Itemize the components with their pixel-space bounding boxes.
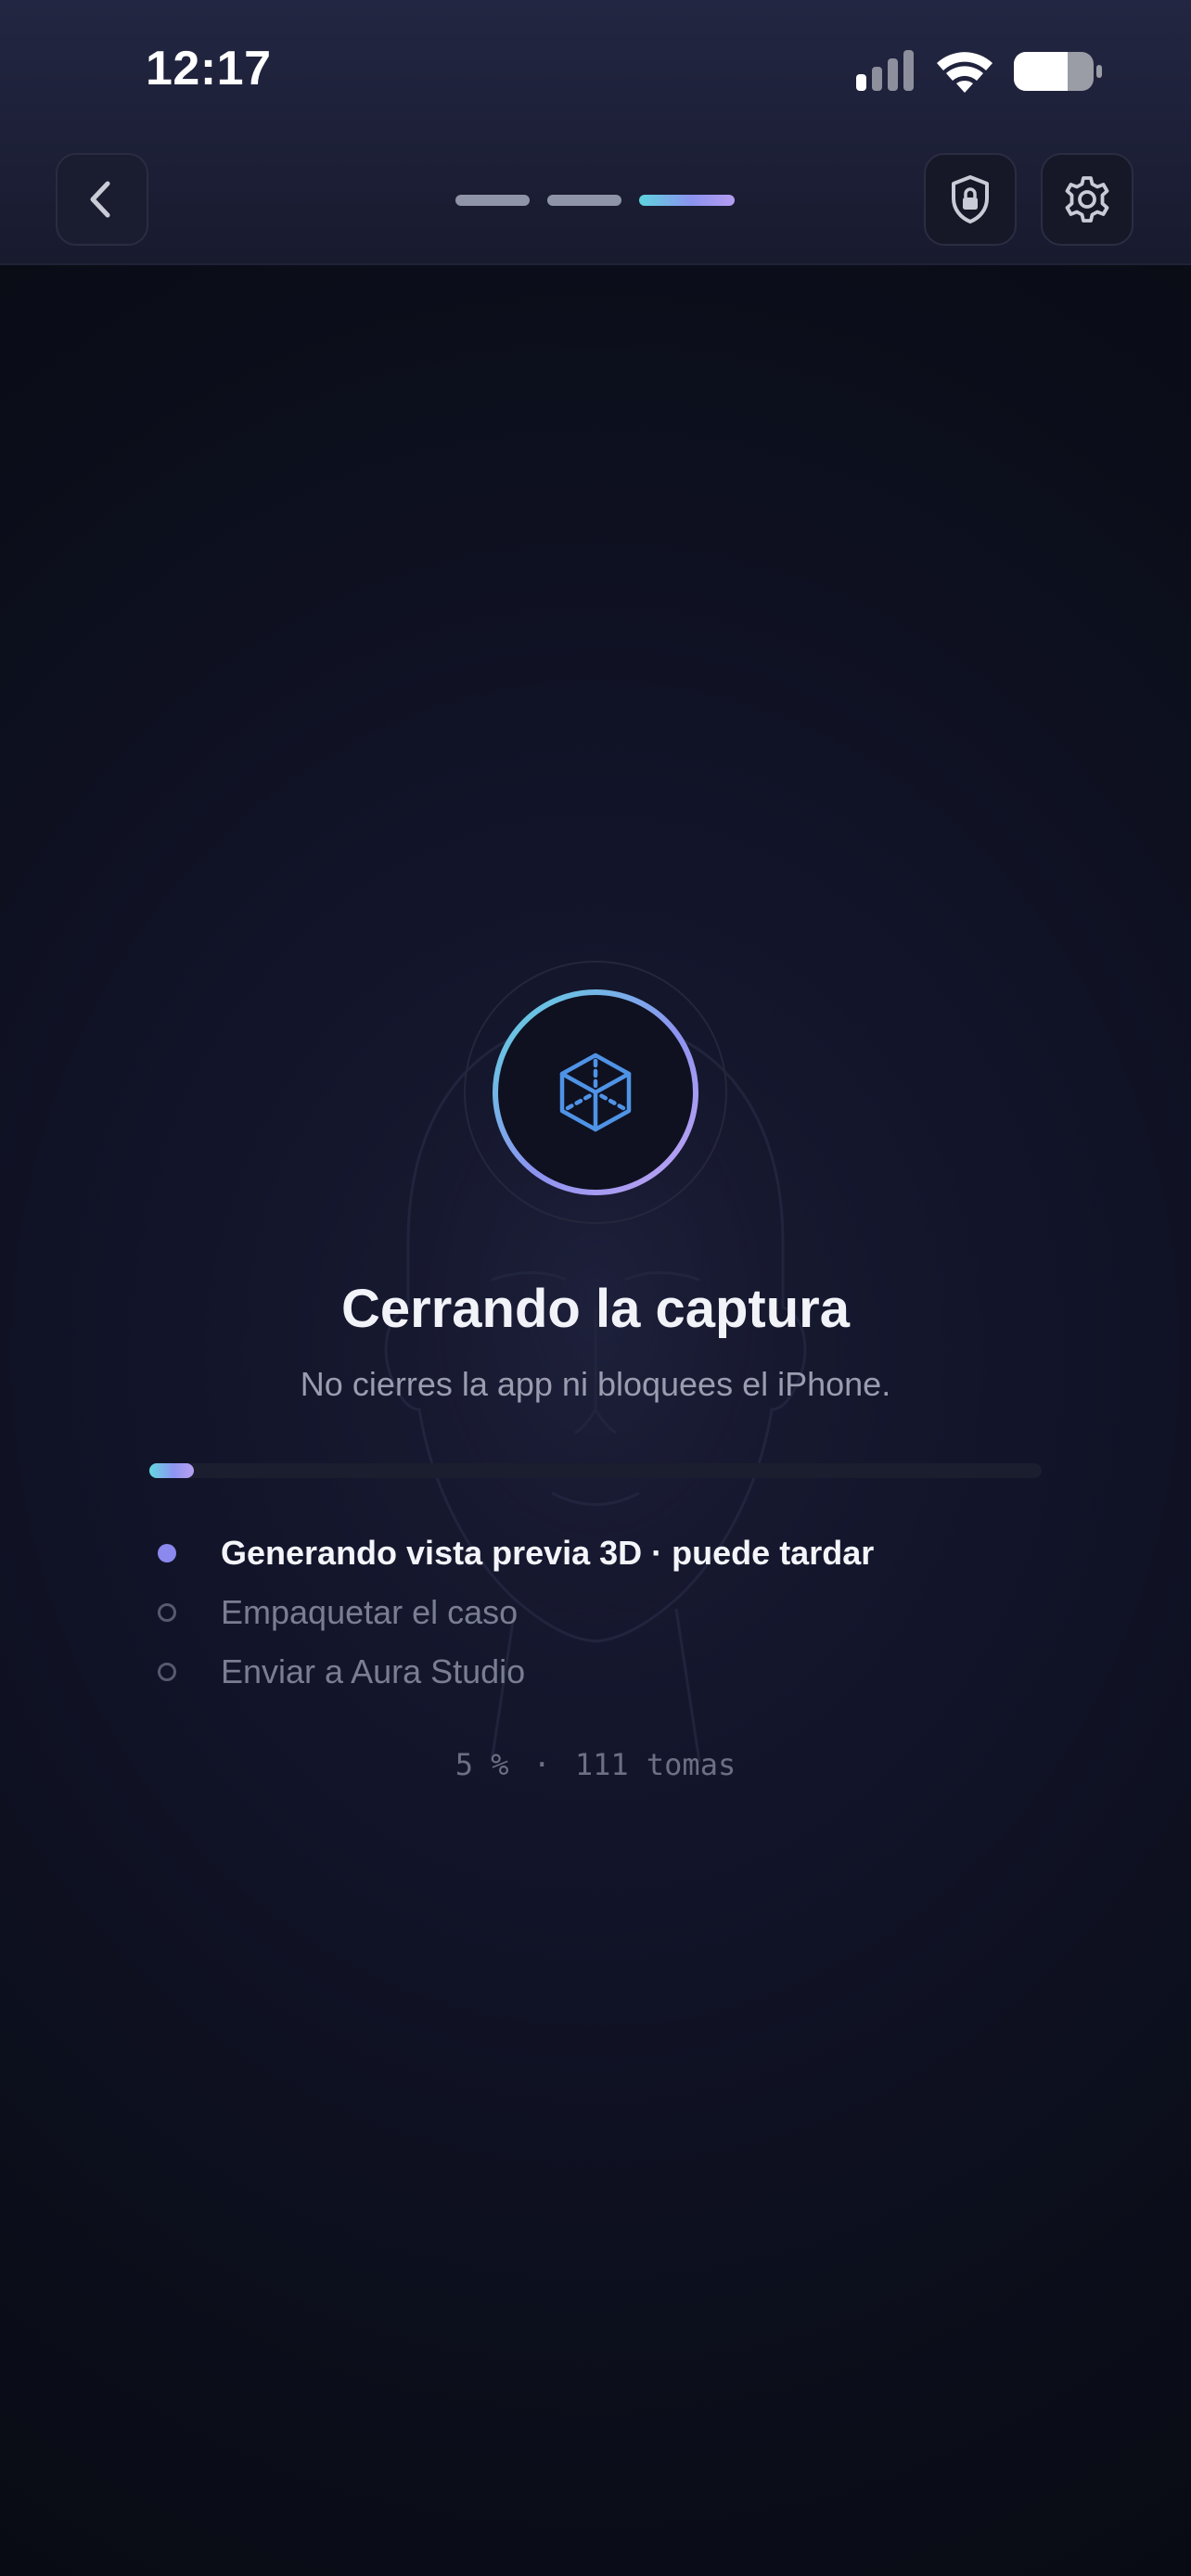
gear-icon — [1065, 176, 1109, 223]
step-indicator-2 — [547, 195, 621, 206]
battery-icon — [1014, 52, 1102, 91]
back-button[interactable] — [56, 153, 148, 246]
task-item-send: Enviar a Aura Studio — [158, 1649, 525, 1695]
step-indicator-1 — [455, 195, 530, 206]
settings-button[interactable] — [1041, 153, 1133, 246]
cellular-signal-icon — [856, 50, 914, 91]
task-label: Enviar a Aura Studio — [221, 1652, 526, 1690]
progress-bar — [149, 1463, 1042, 1478]
task-item-package: Empaquetar el caso — [158, 1589, 518, 1636]
task-pending-dot-icon — [158, 1663, 176, 1681]
page-title: Cerrando la captura — [341, 1279, 850, 1339]
progress-bar-fill — [149, 1463, 195, 1478]
shot-count: 111 tomas — [574, 1747, 736, 1782]
progress-ring — [493, 989, 698, 1195]
top-bar: 12:17 — [0, 0, 1191, 265]
wifi-icon — [937, 52, 992, 93]
capture-meta: 5 % · 111 tomas — [0, 1747, 1191, 1782]
task-active-dot-icon — [158, 1544, 176, 1562]
task-pending-dot-icon — [158, 1603, 176, 1622]
step-indicator-3-active — [639, 195, 735, 206]
security-button[interactable] — [924, 153, 1017, 246]
task-label: Empaquetar el caso — [221, 1593, 519, 1631]
chevron-left-icon — [90, 181, 110, 218]
progress-percent: 5 % — [455, 1747, 509, 1782]
task-label: Generando vista previa 3D · puede tardar — [221, 1534, 875, 1572]
task-item-preview: Generando vista previa 3D · puede tardar — [158, 1530, 874, 1576]
meta-separator: · — [532, 1747, 551, 1782]
shield-lock-icon — [952, 175, 989, 223]
page-subtitle: No cierres la app ni bloquees el iPhone. — [300, 1365, 891, 1403]
status-icons — [856, 50, 1102, 93]
status-time: 12:17 — [146, 42, 272, 96]
